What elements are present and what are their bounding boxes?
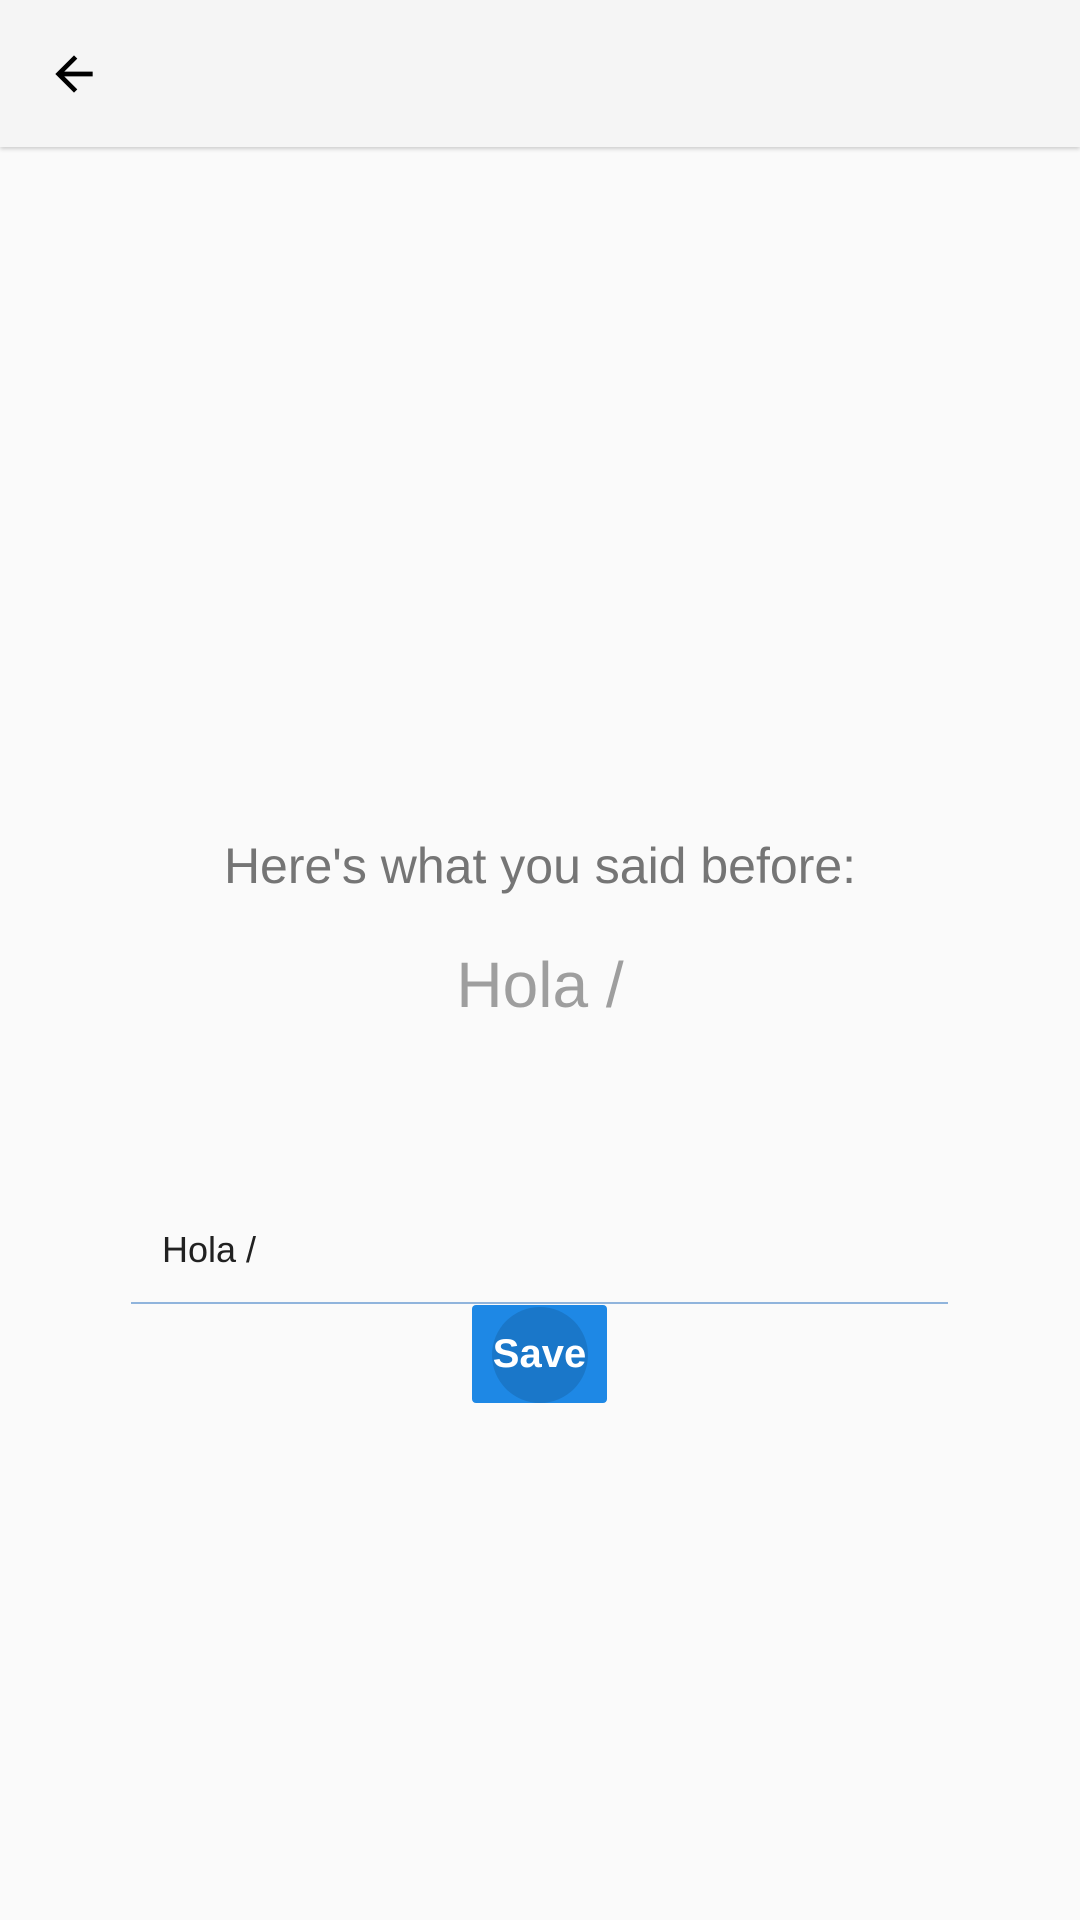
text-field <box>131 1204 948 1304</box>
save-button[interactable]: Save <box>472 1305 607 1403</box>
previous-value: Hola / <box>456 949 624 1021</box>
app-bar <box>0 0 1080 147</box>
arrow-back-icon <box>55 55 93 93</box>
prompt-label: Here's what you said before: <box>223 838 857 894</box>
main-content: Here's what you said before: Hola / Save <box>0 147 1080 1920</box>
back-button[interactable] <box>31 31 117 117</box>
text-input[interactable] <box>162 1222 922 1278</box>
save-label: Save <box>492 1331 587 1376</box>
